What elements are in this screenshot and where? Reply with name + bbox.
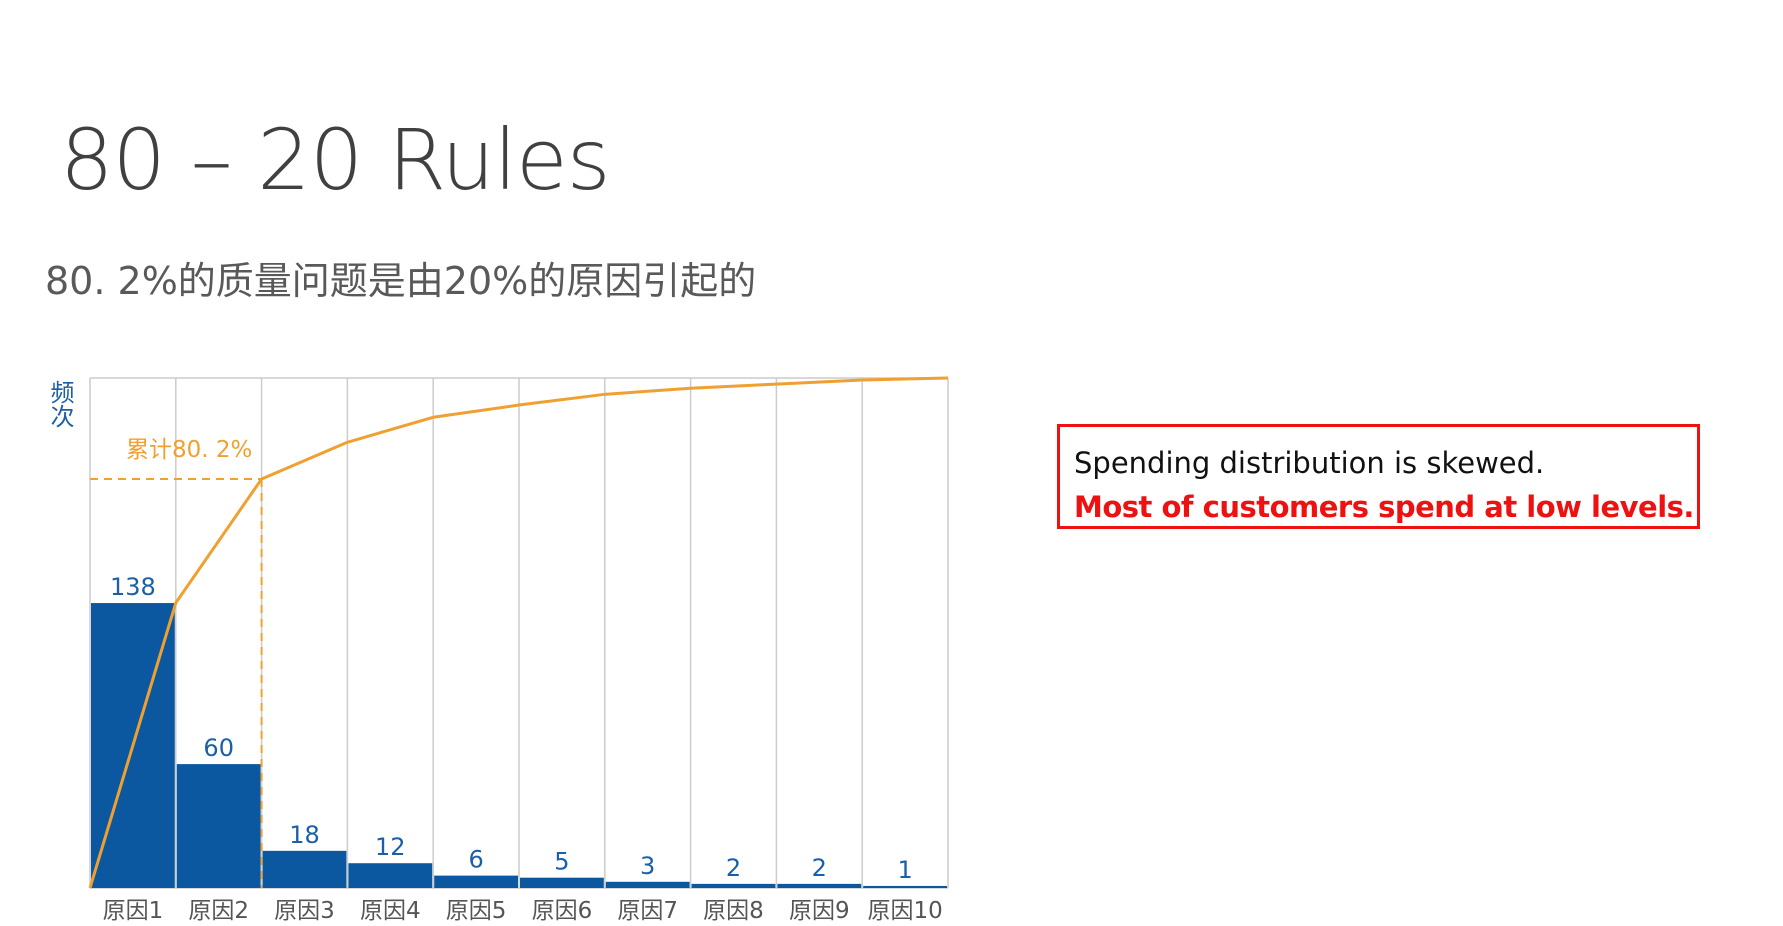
bar <box>348 863 433 888</box>
bar-value-label: 12 <box>375 833 406 861</box>
category-label: 原因5 <box>446 898 507 922</box>
bar-value-label: 6 <box>468 846 483 874</box>
bar-value-label: 2 <box>726 854 741 882</box>
note-box: Spending distribution is skewed. Most of… <box>1057 424 1700 529</box>
bar <box>262 850 347 888</box>
category-label: 原因6 <box>532 898 593 922</box>
bar-value-label: 3 <box>640 852 655 880</box>
bar-value-label: 138 <box>110 573 156 601</box>
bar-value-label: 1 <box>897 856 912 884</box>
bar <box>176 764 261 888</box>
note-line-1: Spending distribution is skewed. <box>1074 446 1545 480</box>
category-label: 原因7 <box>617 898 678 922</box>
bar-value-label: 2 <box>812 854 827 882</box>
bar <box>434 875 518 888</box>
bar <box>520 877 604 888</box>
category-label: 原因1 <box>103 898 164 922</box>
category-label: 原因8 <box>703 898 764 922</box>
category-label: 原因4 <box>360 898 421 922</box>
annotation-label: 累计80. 2% <box>126 437 252 463</box>
bar <box>605 881 690 888</box>
bar <box>691 883 776 888</box>
bar <box>777 883 862 888</box>
category-label: 原因2 <box>188 898 249 922</box>
category-label: 原因10 <box>867 898 942 922</box>
bar-value-label: 18 <box>289 821 320 849</box>
bar-value-label: 5 <box>554 848 569 876</box>
bar <box>863 885 947 888</box>
y-axis-label: 频次 <box>46 380 74 428</box>
category-label: 原因9 <box>789 898 850 922</box>
bar-value-label: 60 <box>203 734 234 762</box>
note-line-2: Most of customers spend at low levels. <box>1074 490 1694 524</box>
category-label: 原因3 <box>274 898 335 922</box>
